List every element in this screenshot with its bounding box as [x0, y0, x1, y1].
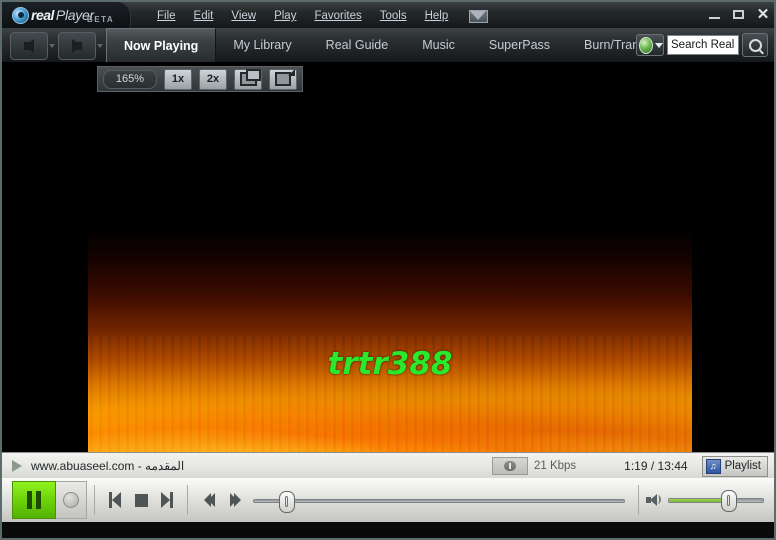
visualization-title: trtr388: [88, 346, 692, 382]
play-pause-button[interactable]: [12, 481, 56, 519]
tab-music[interactable]: Music: [405, 28, 472, 62]
record-icon: [63, 492, 79, 508]
tab-label: My Library: [233, 38, 291, 52]
tab-label: Music: [422, 38, 455, 52]
status-right-group: 21 Kbps 1:19 / 13:44 ♫ Playlist: [492, 456, 774, 477]
next-icon: [170, 492, 173, 508]
tab-label: Real Guide: [326, 38, 389, 52]
back-button[interactable]: [10, 32, 48, 60]
search-input-value: Search Real: [671, 39, 734, 51]
menu-item-help[interactable]: Help: [416, 8, 458, 24]
playlist-button[interactable]: ♫ Playlist: [702, 456, 768, 477]
search-provider-button[interactable]: [636, 34, 664, 56]
speaker-icon[interactable]: [646, 493, 661, 507]
pause-icon-bar: [27, 491, 32, 509]
arrow-right-icon: [72, 39, 82, 53]
transport-bar: [2, 478, 774, 522]
rewind-icon: [204, 493, 212, 507]
divider: [94, 485, 95, 515]
tab-my-library[interactable]: My Library: [216, 28, 308, 62]
stop-icon: [135, 494, 148, 507]
divider: [638, 485, 639, 515]
tab-real-guide[interactable]: Real Guide: [309, 28, 406, 62]
double-screen-icon: [240, 72, 257, 86]
volume-slider[interactable]: [668, 490, 764, 510]
menu-item-favorites[interactable]: Favorites: [305, 8, 370, 24]
zoom-2x-button[interactable]: 2x: [199, 69, 227, 90]
realplayer-cd-icon: [12, 7, 29, 24]
stop-button[interactable]: [128, 486, 154, 514]
now-playing-stage: 165% 1x 2x trtr388 Speed:: [2, 62, 774, 452]
next-icon: [161, 492, 170, 508]
search-go-button[interactable]: [742, 33, 768, 57]
volume-fill: [669, 499, 729, 502]
bitrate-label: 21 Kbps: [534, 460, 576, 472]
fullscreen-icon: [275, 72, 291, 86]
window-controls: ✕: [708, 2, 770, 28]
rewind-button[interactable]: [195, 486, 221, 514]
menu-item-play[interactable]: Play: [265, 8, 305, 24]
music-note-icon: ♫: [706, 459, 721, 474]
zoom-1x-button[interactable]: 1x: [164, 69, 192, 90]
arrow-left-icon: [24, 39, 34, 53]
menu-item-file[interactable]: File: [148, 8, 185, 24]
play-indicator-icon: [12, 460, 22, 472]
zoom-level-display[interactable]: 165%: [103, 70, 157, 89]
search-area: Search Real: [636, 32, 768, 58]
search-input[interactable]: Search Real: [667, 35, 739, 55]
forward-history-caret-icon[interactable]: [97, 44, 103, 48]
next-button[interactable]: [154, 486, 180, 514]
seek-slider[interactable]: [253, 486, 625, 514]
fast-forward-icon: [230, 493, 238, 507]
main-tabs: Now Playing My Library Real Guide Music …: [106, 28, 677, 62]
fast-forward-button[interactable]: [221, 486, 247, 514]
title-bar: real Player BETA File Edit View Play Fav…: [2, 2, 774, 28]
previous-icon: [112, 492, 121, 508]
pause-icon-bar: [36, 491, 41, 509]
chevron-down-icon: [655, 43, 663, 48]
tab-now-playing[interactable]: Now Playing: [106, 28, 216, 62]
tab-superpass[interactable]: SuperPass: [472, 28, 567, 62]
app-logo: real Player BETA: [2, 2, 131, 28]
back-history-caret-icon[interactable]: [49, 44, 55, 48]
now-playing-title: المقدمه - www.abuaseel.com: [31, 459, 184, 473]
menu-item-tools[interactable]: Tools: [371, 8, 416, 24]
window-footer: [2, 522, 774, 538]
maximize-button[interactable]: [732, 8, 746, 22]
realplayer-window: real Player BETA File Edit View Play Fav…: [0, 0, 776, 540]
magnifier-icon: [749, 39, 762, 52]
status-bar: المقدمه - www.abuaseel.com 21 Kbps 1:19 …: [2, 452, 774, 479]
brand-beta: BETA: [87, 15, 114, 24]
record-button[interactable]: [56, 481, 87, 519]
menu-item-view[interactable]: View: [222, 8, 265, 24]
seek-thumb[interactable]: [279, 491, 295, 513]
fullscreen-button[interactable]: [269, 69, 297, 90]
bandwidth-button[interactable]: [492, 457, 528, 475]
bandwidth-icon: [504, 461, 516, 471]
seek-track: [253, 499, 625, 503]
menu-bar: File Edit View Play Favorites Tools Help: [148, 6, 488, 26]
close-button[interactable]: ✕: [756, 8, 770, 22]
divider: [187, 485, 188, 515]
globe-icon: [639, 37, 653, 54]
timecode-label: 1:19 / 13:44: [624, 459, 687, 473]
minimize-button[interactable]: [708, 8, 722, 22]
video-display[interactable]: trtr388 Speed:: [88, 124, 692, 496]
volume-thumb[interactable]: [721, 490, 737, 512]
previous-button[interactable]: [102, 486, 128, 514]
tab-label: SuperPass: [489, 38, 550, 52]
tab-label: Now Playing: [124, 39, 198, 53]
forward-button[interactable]: [58, 32, 96, 60]
volume-control: [646, 490, 774, 510]
double-screen-button[interactable]: [234, 69, 262, 90]
navigation-bar: Now Playing My Library Real Guide Music …: [2, 28, 774, 63]
envelope-icon[interactable]: [469, 10, 488, 23]
menu-item-edit[interactable]: Edit: [185, 8, 223, 24]
zoom-toolbar: 165% 1x 2x: [97, 66, 303, 92]
brand-real: real: [31, 7, 54, 23]
playlist-button-label: Playlist: [725, 460, 761, 472]
